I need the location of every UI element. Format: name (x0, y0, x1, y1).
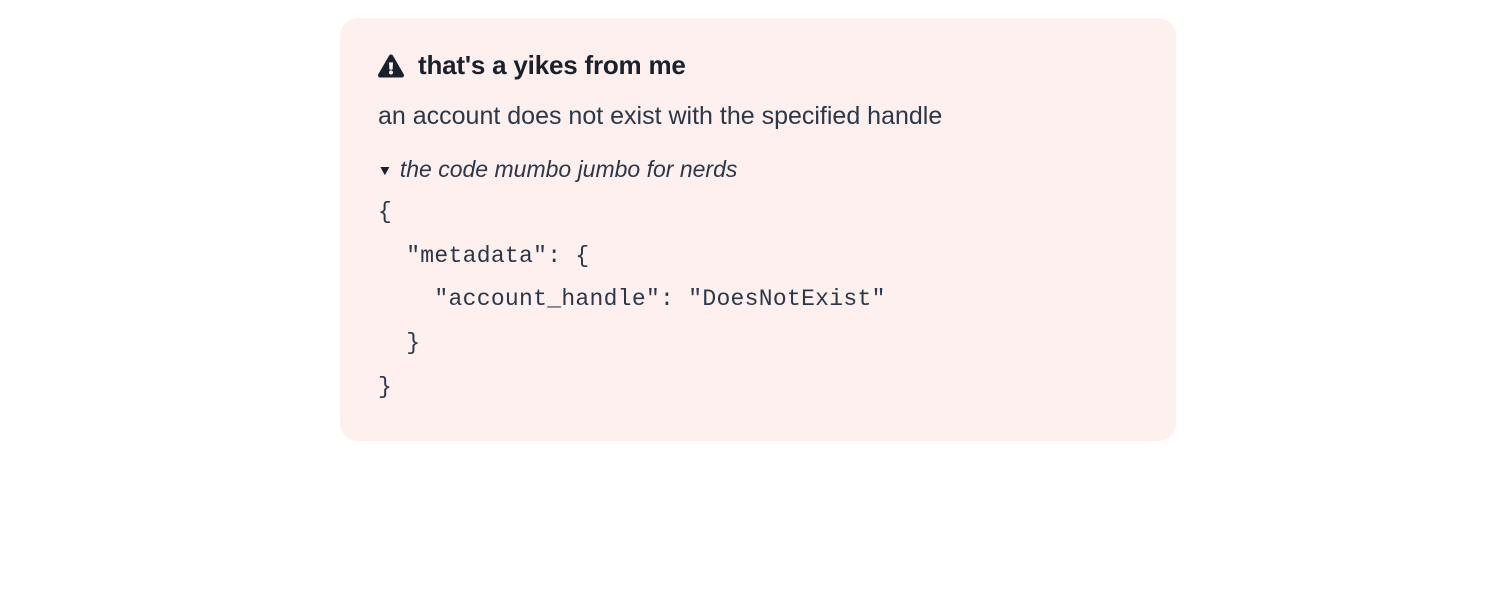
error-panel: that's a yikes from me an account does n… (340, 18, 1176, 441)
error-panel-header: that's a yikes from me (378, 50, 1138, 81)
details-toggle[interactable]: ▼ the code mumbo jumbo for nerds (378, 156, 1138, 183)
warning-icon (378, 54, 404, 78)
error-code-block: { "metadata": { "account_handle": "DoesN… (378, 191, 1138, 409)
details-label: the code mumbo jumbo for nerds (400, 156, 738, 183)
error-message: an account does not exist with the speci… (378, 99, 1138, 134)
disclosure-triangle-icon: ▼ (377, 162, 392, 178)
error-title: that's a yikes from me (418, 50, 686, 81)
